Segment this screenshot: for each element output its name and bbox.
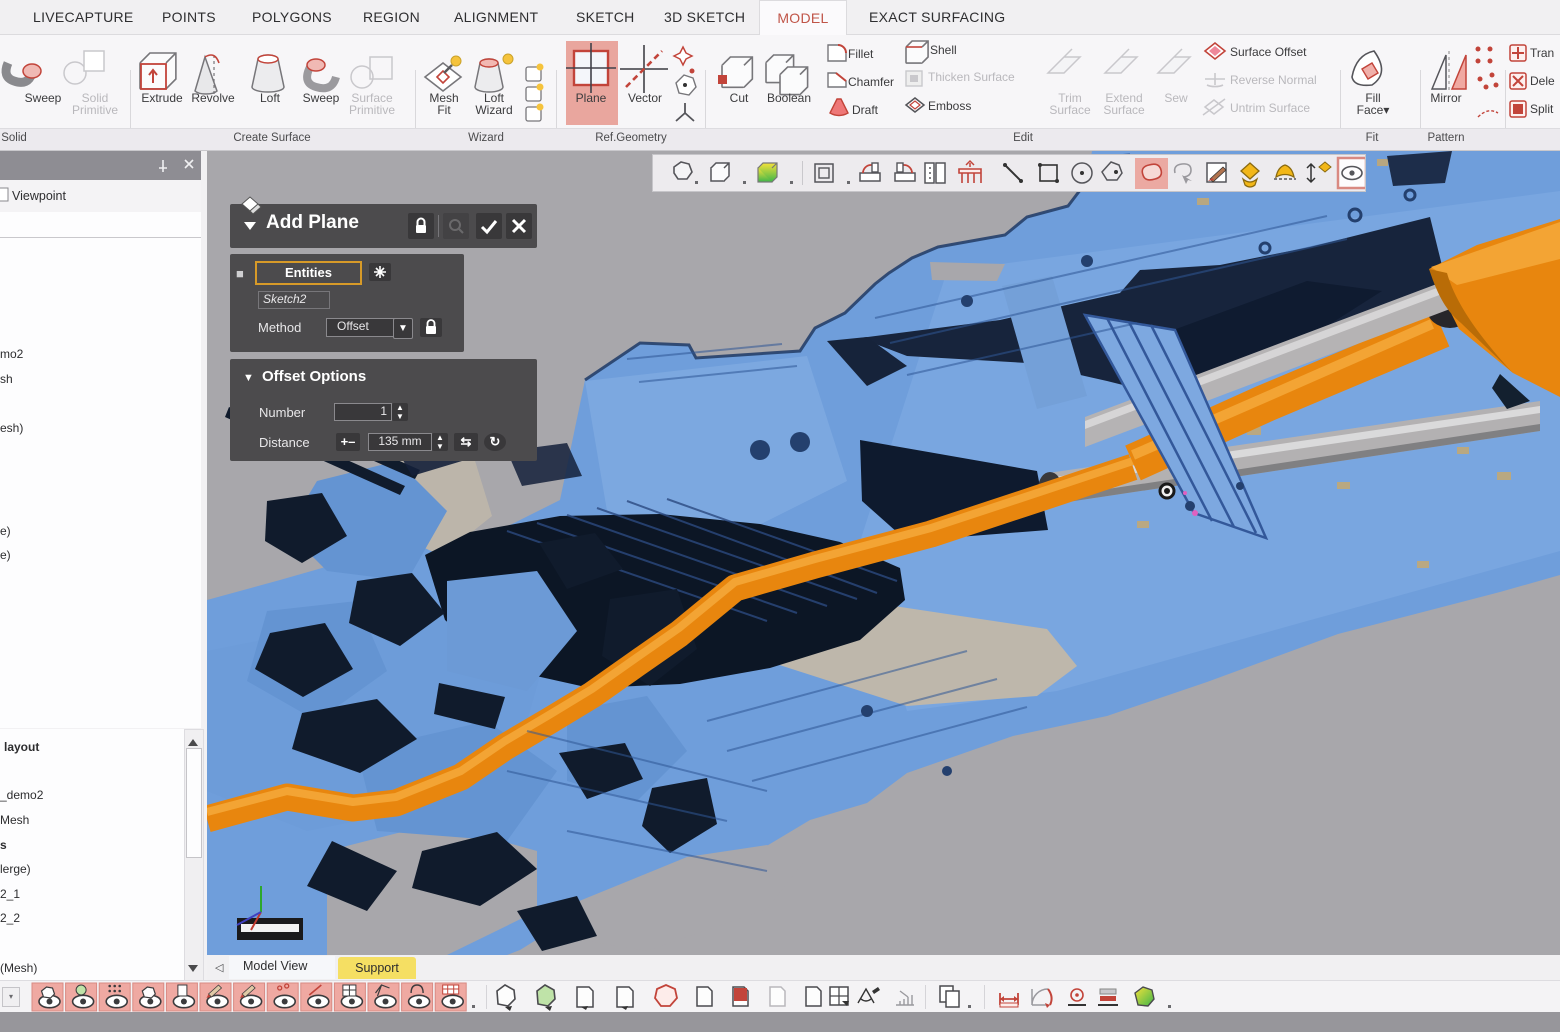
svg-text:Viewpoint: Viewpoint	[12, 189, 67, 203]
